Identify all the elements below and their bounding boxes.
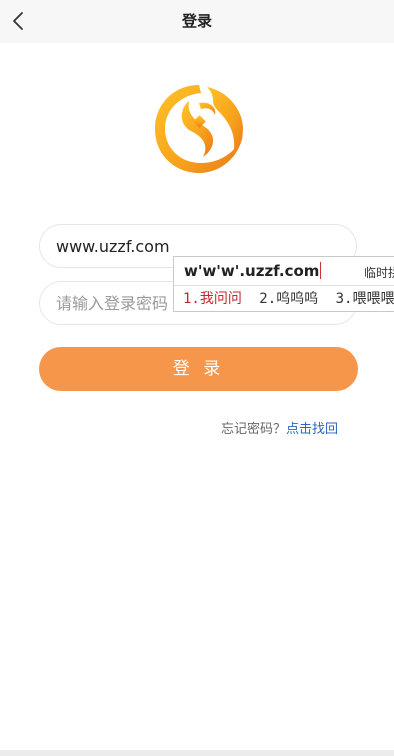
header-bar: 登录 <box>0 0 394 43</box>
forgot-prompt: 忘记密码？ <box>220 422 286 437</box>
ime-composition-text: w'w'w'.uzzf.com <box>184 262 320 280</box>
login-button[interactable]: 登 录 <box>39 347 358 391</box>
ime-caret <box>320 262 322 279</box>
ime-candidate-3[interactable]: 3.喂喂喂 <box>336 291 394 307</box>
page-title: 登录 <box>181 12 212 30</box>
brand-logo <box>151 79 247 177</box>
ime-candidate-2[interactable]: 2.呜呜呜 <box>259 291 318 307</box>
ime-composition: w'w'w'.uzzf.com <box>184 262 322 280</box>
forgot-link[interactable]: 点击找回 <box>286 422 338 437</box>
ime-candidate-1[interactable]: 1.我问问 <box>183 291 242 307</box>
ime-candidate-list: 1.我问问 2.呜呜呜 3.喂喂喂 <box>183 288 394 308</box>
ime-tip: 临时拼 <box>364 266 394 280</box>
ime-candidate-popup: w'w'w'.uzzf.com 临时拼 1.我问问 2.呜呜呜 3.喂喂喂 <box>173 256 394 312</box>
bottom-divider <box>0 750 394 756</box>
forgot-password: 忘记密码？点击找回 <box>221 418 338 437</box>
ime-divider <box>174 285 394 286</box>
